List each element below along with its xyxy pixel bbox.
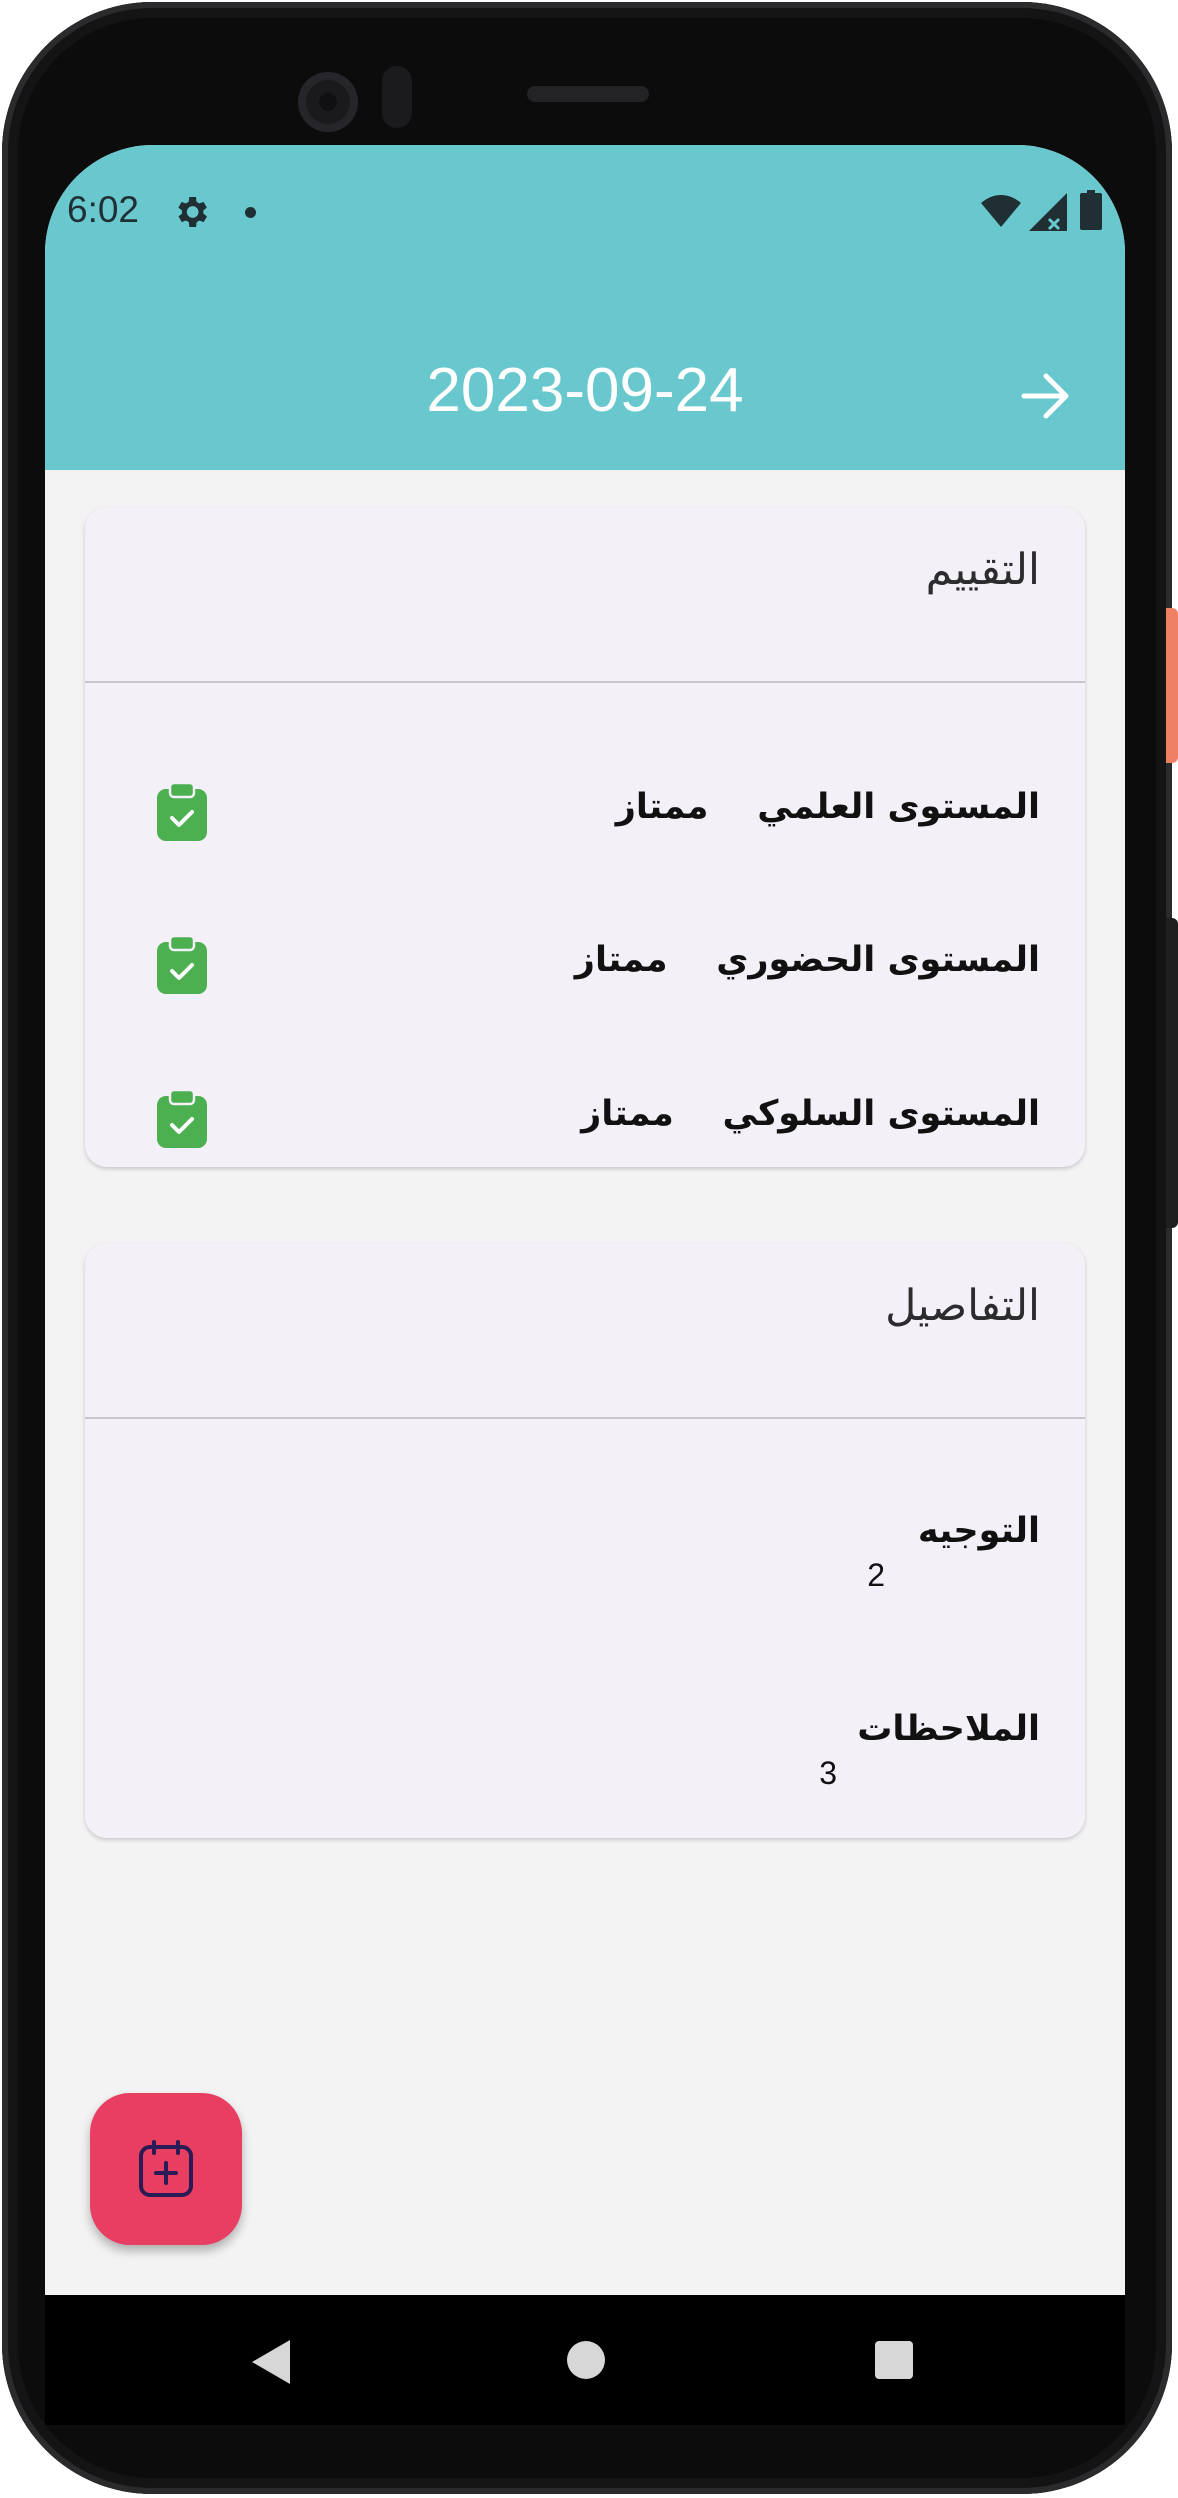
rating-value: ممتاز [615,787,709,827]
signal-icon [1029,193,1067,231]
earpiece-speaker [527,86,649,102]
rating-label: المستوى السلوكي [722,1094,1040,1134]
arrow-right-icon[interactable] [1020,372,1072,420]
detail-value-notes: 3 [819,1755,837,1791]
detail-value-guidance: 2 [867,1557,885,1593]
home-circle-icon[interactable] [567,2341,605,2379]
rating-value: ممتاز [581,1094,674,1134]
rating-row-text: المستوى العلمي ممتاز [616,787,1040,827]
calendar-add-icon [139,2140,193,2197]
wifi-icon [981,195,1021,227]
rating-card-header: التقييم [925,545,1040,595]
battery-icon [1080,190,1102,230]
system-nav-bar [45,2295,1125,2425]
rating-row-behavior: المستوى السلوكي ممتاز [85,1082,1085,1162]
details-card: التفاصيل التوجيه 2 الملاحظات 3 [85,1243,1085,1838]
detail-title-guidance: التوجيه [917,1511,1040,1551]
rating-row-academic: المستوى العلمي ممتاز [85,775,1085,855]
rating-row-text: المستوى الحضوري ممتاز [575,940,1040,980]
clipboard-check-icon [157,783,207,841]
front-camera [298,72,358,132]
rating-row-attendance: المستوى الحضوري ممتاز [85,928,1085,1008]
divider [85,1417,1085,1419]
rating-label: المستوى الحضوري [716,940,1040,980]
proximity-sensor [382,66,412,128]
clipboard-check-icon [157,1090,207,1148]
gear-icon [178,197,207,227]
power-button [1166,608,1178,763]
clipboard-check-icon [157,936,207,994]
app-bar: 6:02 2023-09-24 [45,145,1125,470]
rating-card: التقييم المستوى العلمي ممتاز المستوى الح… [85,507,1085,1167]
recents-square-icon[interactable] [875,2341,913,2379]
add-calendar-fab[interactable] [90,2093,242,2245]
page-title: 2023-09-24 [426,356,744,425]
volume-button [1166,918,1178,1228]
rating-row-text: المستوى السلوكي ممتاز [581,1094,1040,1134]
app-screen: 6:02 2023-09-24 التقييم المستوى العلمي م… [45,145,1125,2295]
detail-title-notes: الملاحظات [857,1709,1040,1749]
status-time: 6:02 [67,189,140,230]
rating-value: ممتاز [574,940,668,980]
details-card-header: التفاصيل [885,1281,1040,1331]
back-triangle-icon[interactable] [250,2340,294,2384]
divider [85,681,1085,683]
notification-dot-icon [245,207,256,218]
rating-label: المستوى العلمي [757,787,1040,827]
